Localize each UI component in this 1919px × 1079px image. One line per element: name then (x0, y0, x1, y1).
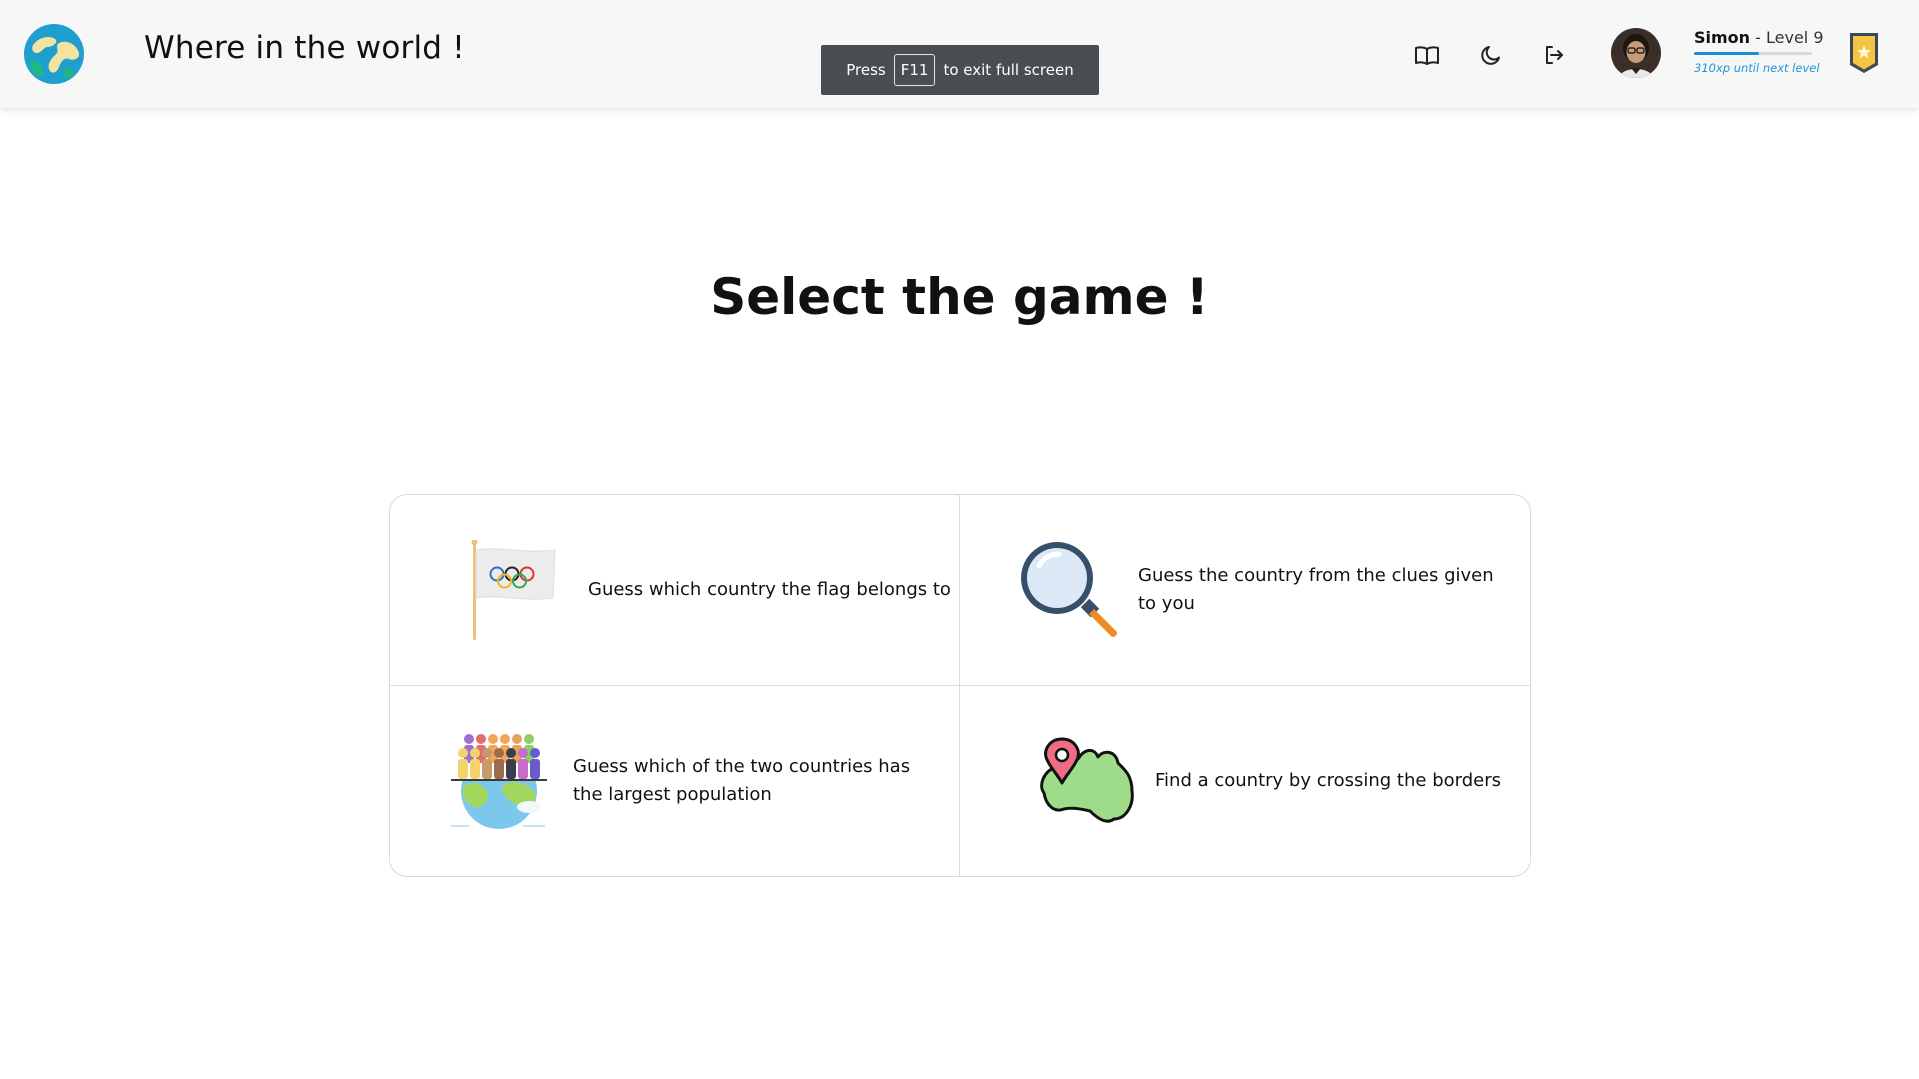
olympic-flag-icon (444, 539, 583, 640)
game-card-borders[interactable]: Find a country by crossing the borders (960, 686, 1530, 877)
game-description: Guess which country the flag belongs to (588, 578, 951, 600)
map-pin-country-icon (1020, 735, 1152, 827)
app-title: Where in the world ! (144, 30, 465, 66)
moon-icon[interactable] (1476, 40, 1506, 70)
xp-progress-fill (1694, 52, 1759, 55)
game-card-clues[interactable]: Guess the country from the clues given t… (960, 495, 1530, 686)
toast-suffix: to exit full screen (943, 61, 1074, 79)
user-name-level: Simon - Level 9 (1694, 28, 1824, 47)
user-info: Simon - Level 9 310xp until next level (1694, 28, 1824, 75)
page-heading: Select the game ! (710, 268, 1209, 326)
xp-progress-bar (1694, 52, 1812, 55)
toast-key: F11 (893, 54, 936, 86)
globe-logo-icon[interactable] (23, 23, 85, 85)
logout-icon[interactable] (1539, 40, 1569, 70)
book-icon[interactable] (1412, 40, 1442, 70)
game-card-flag[interactable]: Guess which country the flag belongs to (390, 495, 960, 686)
game-description: Find a country by crossing the borders (1155, 769, 1501, 791)
user-avatar[interactable] (1611, 28, 1661, 78)
user-name: Simon (1694, 28, 1751, 47)
game-selection-grid: Guess which country the flag belongs to … (389, 494, 1531, 877)
top-navbar: Where in the world ! Press F11 to exit f… (0, 0, 1919, 108)
game-description: Guess the country from the clues given t… (1138, 564, 1494, 614)
game-card-population[interactable]: Guess which of the two countries has the… (390, 685, 960, 876)
user-level: - Level 9 (1755, 28, 1824, 47)
xp-remaining-text: 310xp until next level (1694, 61, 1820, 75)
population-globe-icon (434, 728, 564, 833)
rank-badge-icon[interactable] (1848, 31, 1880, 75)
magnifying-glass-icon (1004, 538, 1134, 642)
game-description: Guess which of the two countries has the… (573, 755, 911, 805)
fullscreen-toast: Press F11 to exit full screen (821, 45, 1099, 95)
toast-prefix: Press (846, 61, 886, 79)
